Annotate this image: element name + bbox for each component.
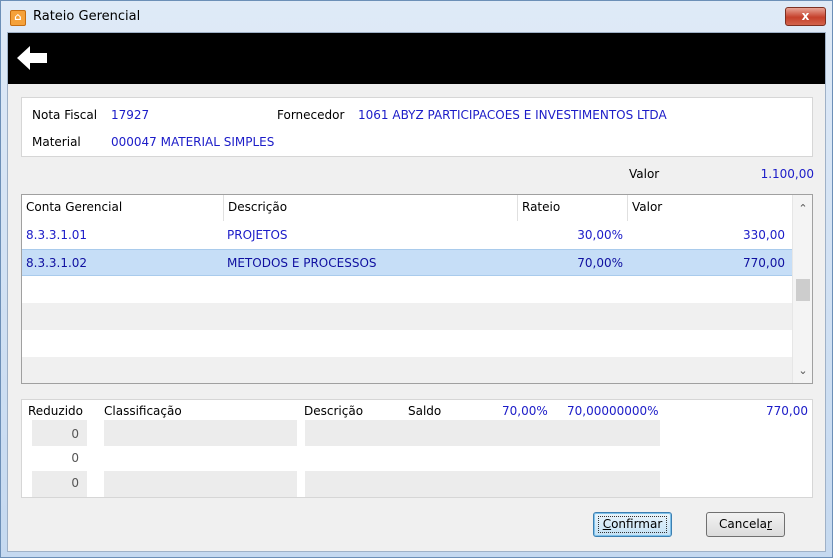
title-bar[interactable]: ⌂ Rateio Gerencial x — [1, 1, 832, 32]
grid-header: Conta Gerencial Descrição Rateio Valor — [22, 195, 792, 221]
rateio-grid[interactable]: Conta Gerencial Descrição Rateio Valor 8… — [21, 194, 813, 384]
scroll-down-icon[interactable]: ⌄ — [793, 361, 812, 381]
scroll-thumb[interactable] — [796, 279, 810, 301]
info-panel: Nota Fiscal 17927 Fornecedor 1061 ABYZ P… — [21, 97, 813, 157]
descricao-cell — [305, 471, 660, 497]
close-icon: x — [801, 9, 810, 23]
confirmar-button[interactable]: Confirmar — [593, 512, 672, 537]
reduzido-label: Reduzido — [28, 404, 83, 418]
empty-row[interactable] — [22, 276, 792, 303]
saldo-label: Saldo — [408, 404, 442, 418]
scroll-up-icon[interactable]: ⌃ — [793, 199, 812, 219]
cancelar-accel: r — [767, 517, 772, 531]
cell-valor: 330,00 — [743, 228, 785, 242]
reduzido-value: 0 — [71, 427, 79, 441]
saldo-percent-precise: 70,00000000% — [567, 404, 659, 418]
empty-row[interactable] — [22, 303, 792, 330]
classificacao-cell — [104, 471, 297, 497]
classificacao-label: Classificação — [104, 404, 182, 418]
cell-conta: 8.3.3.1.01 — [26, 228, 88, 242]
col-valor[interactable]: Valor — [627, 195, 792, 221]
valor-total: 1.100,00 — [760, 167, 814, 181]
empty-row[interactable] — [22, 330, 792, 357]
cell-valor: 770,00 — [743, 256, 785, 270]
cell-conta: 8.3.3.1.02 — [26, 256, 88, 270]
app-icon: ⌂ — [10, 10, 26, 26]
fornecedor-label: Fornecedor — [277, 108, 345, 122]
back-arrow-icon[interactable] — [15, 43, 49, 73]
confirmar-accel: C — [602, 517, 612, 531]
col-conta-gerencial[interactable]: Conta Gerencial — [22, 195, 223, 221]
reduzido-value: 0 — [71, 476, 79, 490]
cell-descricao: PROJETOS — [227, 228, 288, 242]
col-descricao[interactable]: Descrição — [223, 195, 517, 221]
nota-fiscal-label: Nota Fiscal — [32, 108, 98, 122]
window-title: Rateio Gerencial — [33, 9, 141, 24]
reduzido-value: 0 — [71, 451, 79, 465]
material-label: Material — [32, 135, 81, 149]
descricao-label: Descrição — [304, 404, 364, 418]
saldo-value: 770,00 — [766, 404, 808, 418]
col-rateio[interactable]: Rateio — [517, 195, 627, 221]
nota-fiscal-value: 17927 — [111, 108, 150, 122]
bottom-panel: Reduzido Classificação Descrição Saldo 7… — [21, 399, 813, 498]
table-row-selected[interactable]: 8.3.3.1.02 METODOS E PROCESSOS 70,00% 77… — [22, 249, 792, 276]
saldo-percent: 70,00% — [502, 404, 548, 418]
dialog-window: ⌂ Rateio Gerencial x Nota Fiscal 17927 F… — [0, 0, 833, 558]
empty-row[interactable] — [22, 357, 792, 383]
cell-rateio: 70,00% — [577, 256, 623, 270]
classificacao-cell — [104, 420, 297, 446]
toolbar — [8, 33, 825, 84]
descricao-cell — [305, 420, 660, 446]
cancelar-label: Cancela — [719, 517, 768, 531]
client-area: Nota Fiscal 17927 Fornecedor 1061 ABYZ P… — [7, 32, 826, 552]
valor-label: Valor — [629, 167, 660, 181]
confirmar-label: onfirmar — [611, 517, 663, 531]
cell-rateio: 30,00% — [577, 228, 623, 242]
close-button[interactable]: x — [785, 7, 826, 26]
cancelar-button[interactable]: Cancelar — [706, 512, 785, 537]
material-value: 000047 MATERIAL SIMPLES — [111, 135, 275, 149]
vertical-scrollbar[interactable]: ⌃ ⌄ — [792, 195, 812, 383]
table-row[interactable]: 8.3.3.1.01 PROJETOS 30,00% 330,00 — [22, 222, 792, 249]
fornecedor-value: 1061 ABYZ PARTICIPACOES E INVESTIMENTOS … — [358, 108, 667, 122]
cell-descricao: METODOS E PROCESSOS — [227, 256, 377, 270]
